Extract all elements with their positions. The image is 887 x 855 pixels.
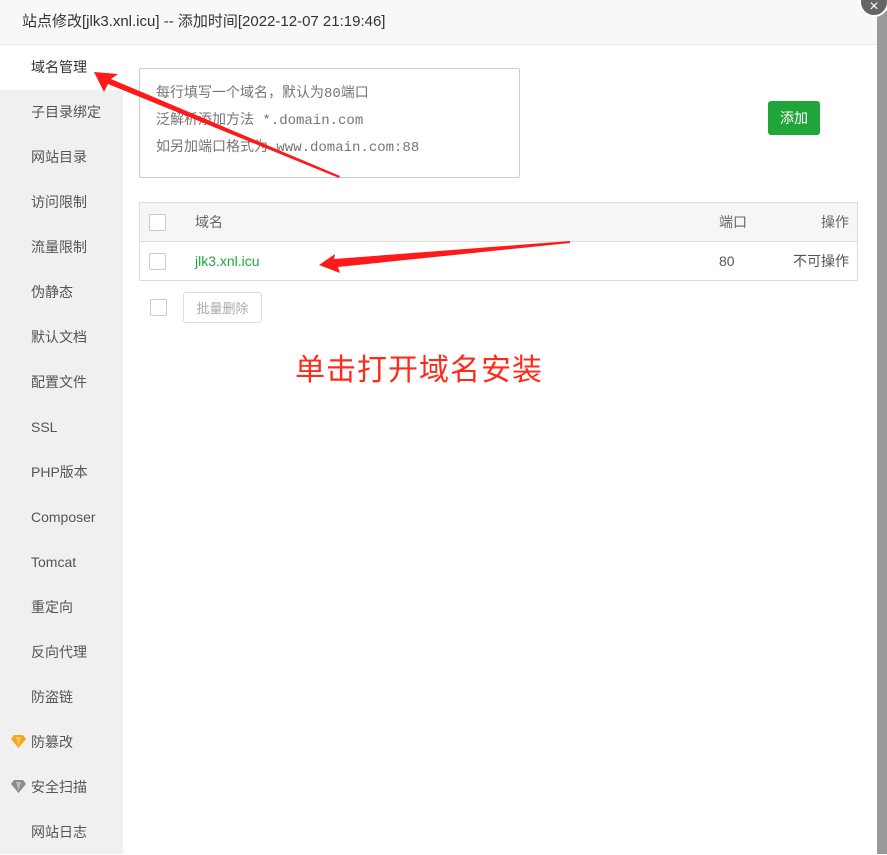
- gem-icon: [11, 780, 26, 793]
- sidebar-item-label: 网站目录: [31, 149, 87, 165]
- sidebar-item-label: 重定向: [31, 599, 73, 615]
- sidebar-item-label: Composer: [31, 509, 96, 525]
- sidebar-item-site-logs[interactable]: 网站日志: [0, 810, 123, 855]
- domain-management-panel: 添加 域名 端口 操作 jlk3.xnl.icu 80 不可操作: [123, 45, 877, 854]
- annotation-text: 单击打开域名安装: [295, 353, 543, 388]
- port-cell: 80: [719, 253, 735, 269]
- sidebar-item-label: 伪静态: [31, 284, 73, 300]
- sidebar-item-composer[interactable]: Composer: [0, 495, 123, 540]
- sidebar-item-label: 安全扫描: [31, 779, 87, 795]
- site-edit-dialog: 站点修改[jlk3.xnl.icu] -- 添加时间[2022-12-07 21…: [0, 0, 887, 854]
- sidebar-item-traffic-limit[interactable]: 流量限制: [0, 225, 123, 270]
- sidebar-item-subdirectory-binding[interactable]: 子目录绑定: [0, 90, 123, 135]
- column-header-domain: 域名: [195, 214, 223, 230]
- add-domain-button[interactable]: 添加: [768, 101, 820, 135]
- sidebar-item-label: 反向代理: [31, 644, 87, 660]
- sidebar-item-label: SSL: [31, 419, 58, 435]
- domain-link[interactable]: jlk3.xnl.icu: [195, 253, 260, 269]
- sidebar-item-reverse-proxy[interactable]: 反向代理: [0, 630, 123, 675]
- close-icon: ×: [869, 0, 879, 15]
- dialog-titlebar: 站点修改[jlk3.xnl.icu] -- 添加时间[2022-12-07 21…: [0, 0, 877, 45]
- sidebar-item-label: 网站日志: [31, 824, 87, 840]
- sidebar-item-label: 配置文件: [31, 374, 87, 390]
- domain-input[interactable]: [139, 68, 520, 178]
- column-header-action: 操作: [821, 214, 849, 230]
- gem-icon: [11, 735, 26, 748]
- sidebar-item-rewrite[interactable]: 伪静态: [0, 270, 123, 315]
- sidebar-item-label: Tomcat: [31, 554, 77, 570]
- domain-table: 域名 端口 操作 jlk3.xnl.icu 80 不可操作: [139, 202, 858, 281]
- sidebar-item-site-directory[interactable]: 网站目录: [0, 135, 123, 180]
- sidebar-item-label: 子目录绑定: [31, 104, 101, 120]
- settings-sidebar: 域名管理 子目录绑定 网站目录 访问限制 流量限制 伪静态 默认文档 配置文件 …: [0, 45, 123, 854]
- sidebar-item-default-document[interactable]: 默认文档: [0, 315, 123, 360]
- sidebar-item-tomcat[interactable]: Tomcat: [0, 540, 123, 585]
- sidebar-item-tamper-protection[interactable]: 防篡改: [0, 720, 123, 765]
- sidebar-item-hotlink-protection[interactable]: 防盗链: [0, 675, 123, 720]
- sidebar-item-label: 访问限制: [31, 194, 87, 210]
- select-all-checkbox[interactable]: [149, 213, 166, 231]
- sidebar-item-label: 默认文档: [31, 329, 87, 345]
- sidebar-item-label: PHP版本: [31, 464, 88, 480]
- sidebar-item-redirect[interactable]: 重定向: [0, 585, 123, 630]
- row-checkbox[interactable]: [149, 252, 166, 270]
- sidebar-item-label: 流量限制: [31, 239, 87, 255]
- batch-delete-button[interactable]: 批量删除: [183, 292, 262, 323]
- table-row: jlk3.xnl.icu 80 不可操作: [140, 242, 858, 281]
- sidebar-item-domain-management[interactable]: 域名管理: [0, 45, 123, 90]
- sidebar-item-php-version[interactable]: PHP版本: [0, 450, 123, 495]
- sidebar-item-config-file[interactable]: 配置文件: [0, 360, 123, 405]
- sidebar-item-ssl[interactable]: SSL: [0, 405, 123, 450]
- column-header-port: 端口: [719, 214, 747, 230]
- action-cell: 不可操作: [793, 253, 849, 269]
- dialog-title: 站点修改[jlk3.xnl.icu] -- 添加时间[2022-12-07 21…: [22, 13, 386, 30]
- sidebar-item-label: 防盗链: [31, 689, 73, 705]
- sidebar-item-label: 域名管理: [31, 59, 87, 75]
- sidebar-item-access-limit[interactable]: 访问限制: [0, 180, 123, 225]
- batch-actions: 批量删除: [150, 292, 262, 323]
- table-header-row: 域名 端口 操作: [139, 202, 858, 242]
- modal-backdrop: [877, 0, 887, 854]
- sidebar-item-security-scan[interactable]: 安全扫描: [0, 765, 123, 810]
- batch-select-checkbox[interactable]: [150, 299, 167, 316]
- sidebar-item-label: 防篡改: [31, 734, 73, 750]
